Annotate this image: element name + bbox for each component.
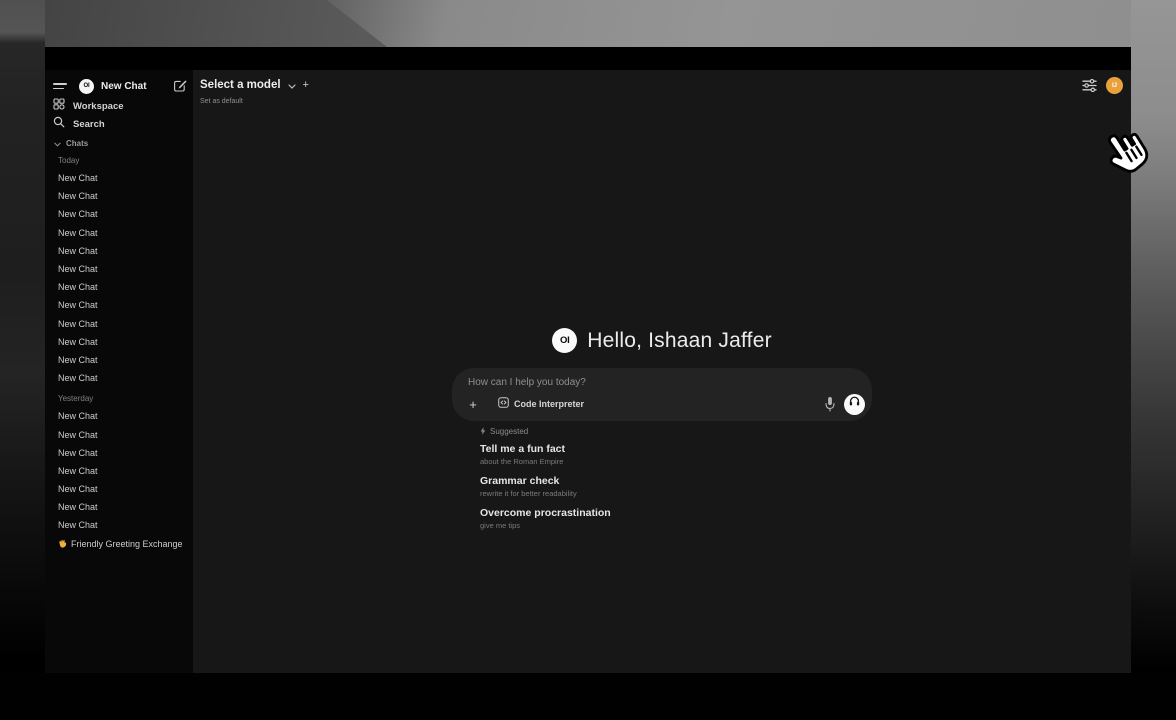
suggested-prompt-title: Grammar check: [480, 475, 872, 488]
desktop-wallpaper-right: [1131, 0, 1176, 720]
app-logo: OI: [552, 328, 577, 353]
suggested-prompt[interactable]: Overcome procrastinationgive me tips: [480, 507, 872, 531]
suggested-prompt-subtitle: give me tips: [480, 521, 872, 531]
chat-group: TodayNew ChatNew ChatNew ChatNew ChatNew…: [58, 153, 191, 387]
sidebar-item-label: Workspace: [73, 101, 124, 112]
chat-list-item[interactable]: New Chat: [58, 278, 191, 296]
suggested-prompt-title: Tell me a fun fact: [480, 443, 872, 456]
chats-section-label: Chats: [66, 139, 88, 148]
controls-sliders-icon[interactable]: [1082, 79, 1097, 92]
new-chat-edit-icon[interactable]: [173, 79, 187, 93]
suggested-prompt-subtitle: about the Roman Empire: [480, 457, 872, 467]
add-model-button[interactable]: +: [303, 79, 309, 91]
chat-list-item[interactable]: New Chat: [58, 480, 191, 498]
model-selector-label: Select a model: [200, 79, 281, 91]
sidebar-nav: Workspace Search: [53, 97, 189, 133]
message-composer[interactable]: How can I help you today? + Code Interpr…: [452, 368, 872, 421]
sidebar: OI New Chat Workspace: [45, 70, 193, 673]
chat-list-item[interactable]: New Chat: [58, 407, 191, 425]
sidebar-item-label: Search: [73, 119, 105, 130]
grid-icon: [53, 97, 65, 115]
desktop-wallpaper-bottom: [0, 673, 1176, 720]
model-selector[interactable]: Select a model +: [200, 76, 309, 94]
suggested-prompt-title: Overcome procrastination: [480, 507, 872, 520]
suggested-header: Suggested: [480, 425, 872, 437]
chat-list-item[interactable]: New Chat: [58, 260, 191, 278]
chat-list-item[interactable]: New Chat: [58, 516, 191, 534]
suggested-prompt[interactable]: Tell me a fun factabout the Roman Empire: [480, 443, 872, 467]
chat-list-item[interactable]: New Chat: [58, 369, 191, 387]
chat-title: Friendly Greeting Exchange: [71, 539, 183, 549]
chat-list-item[interactable]: New Chat: [58, 224, 191, 242]
welcome-area: OI Hello, Ishaan Jaffer How can I help y…: [193, 328, 1131, 531]
desktop-wallpaper-left: [0, 0, 45, 720]
chat-group-label: Today: [58, 153, 191, 169]
sidebar-header: OI New Chat: [53, 78, 187, 94]
app-window: OI New Chat Workspace: [45, 47, 1131, 673]
chat-list-item[interactable]: New Chat: [58, 315, 191, 333]
header-actions: IJ: [1082, 77, 1123, 94]
chat-list-item[interactable]: New Chat: [58, 296, 191, 314]
chat-list-item[interactable]: New Chat: [58, 187, 191, 205]
chats-section-toggle[interactable]: Chats: [54, 136, 88, 150]
message-input[interactable]: How can I help you today?: [468, 377, 586, 388]
code-interpreter-icon: [498, 395, 509, 413]
app-logo: OI: [79, 79, 94, 94]
voice-call-button[interactable]: [844, 394, 865, 415]
chat-list-item[interactable]: New Chat: [58, 425, 191, 443]
chat-list-item[interactable]: New Chat: [58, 169, 191, 187]
chat-list-item[interactable]: New Chat: [58, 462, 191, 480]
chat-group-label: Yesterday: [58, 391, 191, 407]
window-top-bar: [45, 47, 1131, 70]
chat-list-item[interactable]: New Chat: [58, 242, 191, 260]
chat-list-item[interactable]: New Chat: [58, 333, 191, 351]
bolt-icon: [480, 422, 486, 440]
greeting: OI Hello, Ishaan Jaffer: [552, 328, 772, 353]
set-as-default-button[interactable]: Set as default: [200, 98, 309, 105]
code-interpreter-toggle[interactable]: Code Interpreter: [492, 392, 590, 416]
chat-list-item[interactable]: New Chat: [58, 205, 191, 223]
suggested-prompt[interactable]: Grammar checkrewrite it for better reada…: [480, 475, 872, 499]
attach-plus-button[interactable]: +: [464, 395, 482, 413]
chat-history-list: TodayNew ChatNew ChatNew ChatNew ChatNew…: [58, 153, 191, 553]
new-chat-title[interactable]: New Chat: [101, 81, 173, 92]
chevron-down-icon: [288, 76, 296, 94]
sidebar-item-workspace[interactable]: Workspace: [53, 97, 189, 115]
microphone-icon[interactable]: [824, 396, 836, 412]
chevron-down-icon: [54, 134, 61, 152]
wave-emoji-icon: [58, 539, 67, 548]
suggested-label: Suggested: [490, 427, 528, 436]
headphones-icon: [848, 395, 861, 413]
suggested-prompts: Suggested Tell me a fun factabout the Ro…: [480, 425, 872, 531]
chat-list-item[interactable]: New Chat: [58, 498, 191, 516]
suggested-prompt-subtitle: rewrite it for better readability: [480, 489, 872, 499]
sidebar-toggle-icon[interactable]: [53, 83, 67, 89]
suggested-list: Tell me a fun factabout the Roman Empire…: [480, 443, 872, 531]
chat-list-item[interactable]: New Chat: [58, 351, 191, 369]
chat-list-item[interactable]: Friendly Greeting Exchange: [58, 535, 191, 553]
user-avatar[interactable]: IJ: [1106, 77, 1123, 94]
sidebar-item-search[interactable]: Search: [53, 115, 189, 133]
chat-list-item[interactable]: New Chat: [58, 444, 191, 462]
code-interpreter-label: Code Interpreter: [514, 399, 584, 409]
search-icon: [53, 115, 65, 133]
main-panel: Select a model + Set as default I: [193, 70, 1131, 673]
composer-toolbar: + Code Interpreter: [464, 393, 865, 415]
model-selector-bar: Select a model + Set as default: [200, 76, 309, 105]
chat-group: YesterdayNew ChatNew ChatNew ChatNew Cha…: [58, 391, 191, 553]
greeting-text: Hello, Ishaan Jaffer: [587, 329, 772, 353]
